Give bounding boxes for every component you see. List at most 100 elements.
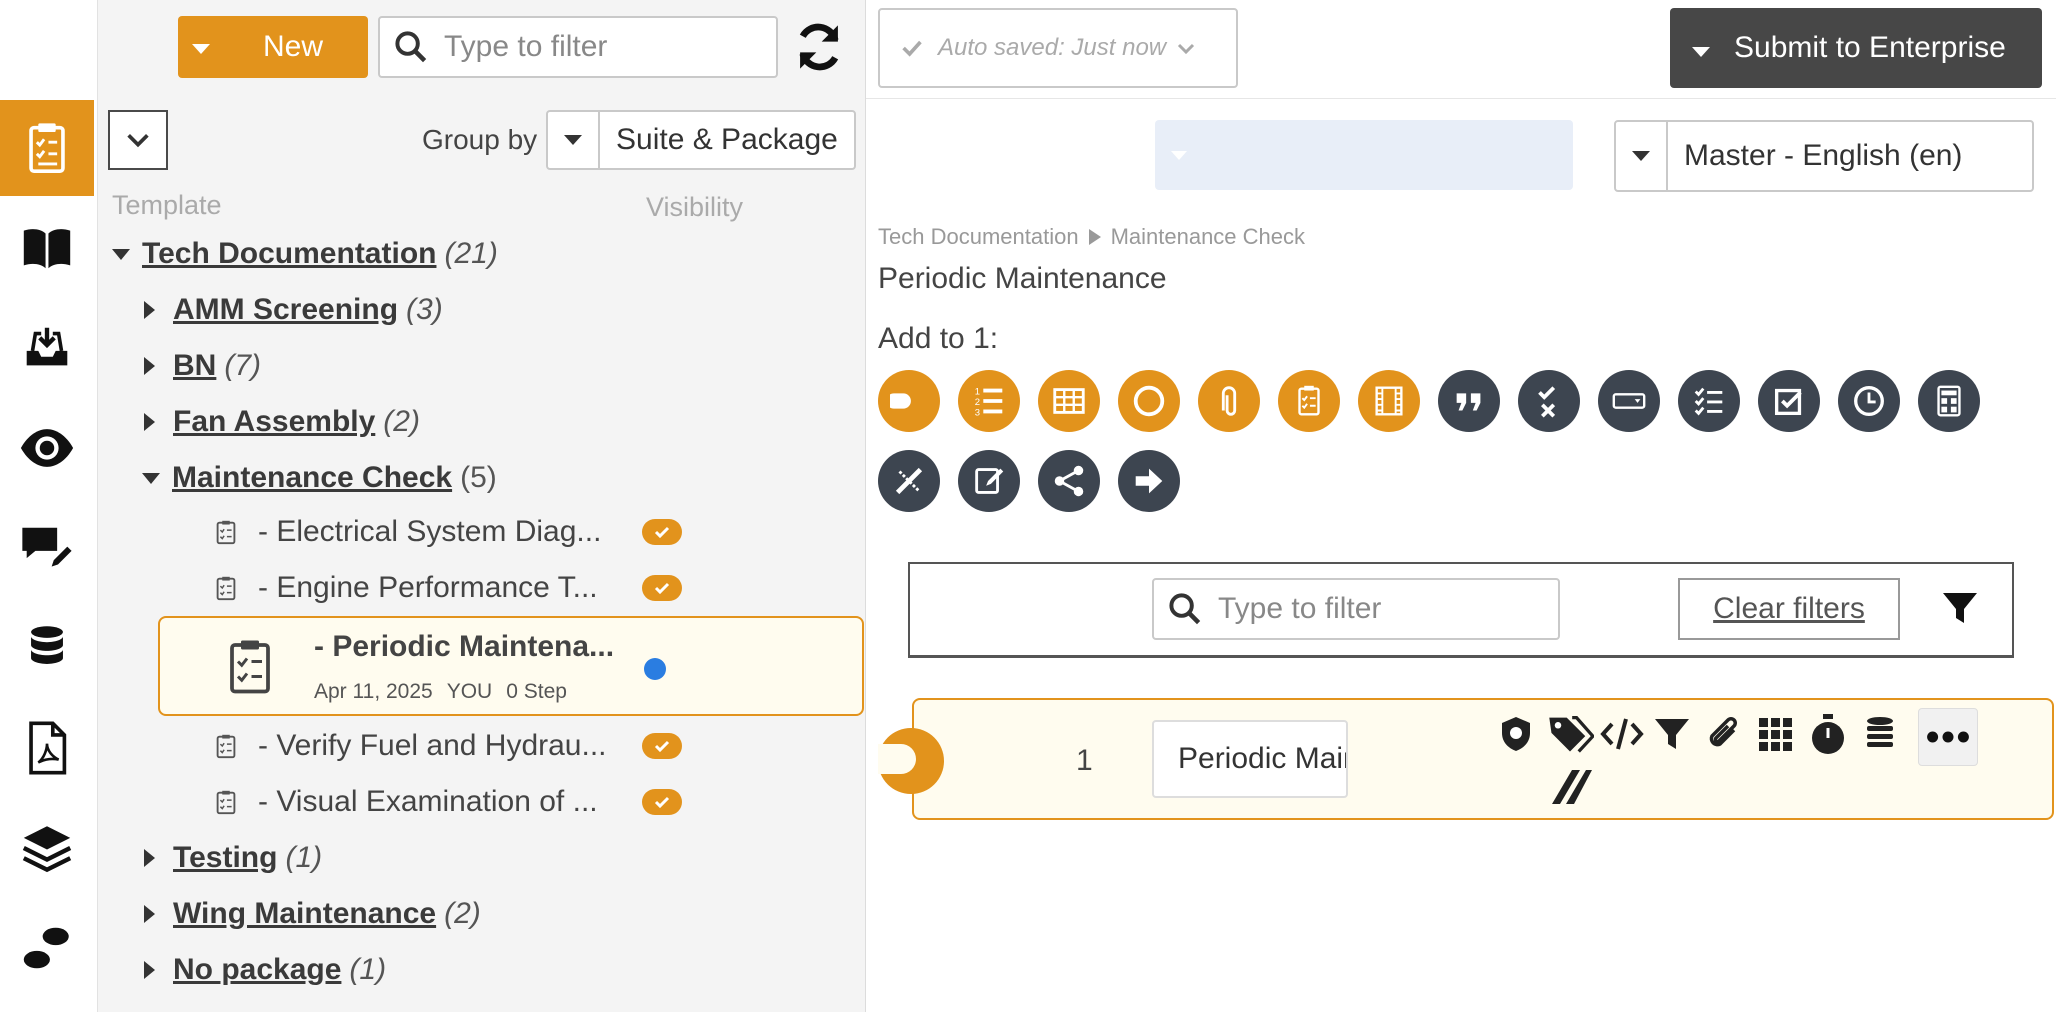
refresh-icon[interactable] <box>792 20 846 74</box>
check-icon <box>654 526 670 539</box>
package-count: (1) <box>349 953 387 986</box>
blank-select[interactable] <box>1155 120 1573 190</box>
check-icon <box>654 582 670 595</box>
rail-item-inbox[interactable] <box>0 300 94 396</box>
tree-package-item[interactable]: Testing (1) <box>144 834 322 882</box>
step-drag-handle[interactable] <box>878 728 944 794</box>
tree-filter-input[interactable] <box>444 30 776 64</box>
svg-text:2: 2 <box>975 397 980 408</box>
add-attachment-button[interactable] <box>1198 370 1260 432</box>
add-pass-fail-button[interactable] <box>1518 370 1580 432</box>
step-toggle-icon <box>890 393 911 409</box>
tree-package-item[interactable]: BN (7) <box>144 342 261 390</box>
package-name[interactable]: Testing <box>173 841 277 875</box>
caret-down-icon <box>1692 47 1710 57</box>
rail-item-reports[interactable] <box>0 700 94 796</box>
add-numbered-list-button[interactable]: 123 <box>958 370 1020 432</box>
add-goto-button[interactable] <box>1118 450 1180 512</box>
add-calculation-button[interactable] <box>1918 370 1980 432</box>
autosave-status-dropdown[interactable]: Auto saved: Just now <box>878 8 1238 88</box>
grid-icon[interactable] <box>1756 714 1796 754</box>
step-title-field[interactable] <box>1152 720 1348 798</box>
visibility-check-badge <box>642 519 682 545</box>
arrow-right-icon <box>1135 468 1163 494</box>
tree-suite-tech-documentation[interactable]: Tech Documentation (21) <box>112 230 498 278</box>
rail-item-feedback[interactable] <box>0 500 94 596</box>
tree-package-item[interactable]: Fan Assembly (2) <box>144 398 420 446</box>
package-count: (2) <box>444 897 481 930</box>
filter-icon[interactable] <box>1652 714 1692 754</box>
add-measurement-button[interactable] <box>878 450 940 512</box>
step-title-input[interactable] <box>1178 742 1346 776</box>
add-branch-button[interactable] <box>1038 450 1100 512</box>
tree-filter-field[interactable] <box>378 16 778 78</box>
package-name[interactable]: No package <box>173 953 341 987</box>
template-list-item[interactable]: - Visual Examination of ... <box>212 778 862 826</box>
add-dropdown-button[interactable] <box>1598 370 1660 432</box>
skip-icon[interactable] <box>1548 766 1594 806</box>
add-checkbox-button[interactable] <box>1758 370 1820 432</box>
rail-item-walkthrough[interactable] <box>0 900 94 996</box>
header-divider <box>866 98 2056 99</box>
add-choice-button[interactable] <box>1118 370 1180 432</box>
tree-package-item[interactable]: No package (1) <box>144 946 386 994</box>
filter-icon[interactable] <box>1940 588 1980 628</box>
template-list-item[interactable]: - Engine Performance T... <box>212 564 862 612</box>
package-count: (5) <box>460 461 497 494</box>
code-icon[interactable] <box>1600 714 1644 754</box>
step-filter-input[interactable] <box>1218 592 1558 626</box>
more-options-button[interactable] <box>1918 708 1978 766</box>
new-button[interactable]: New <box>178 16 368 78</box>
coins-icon[interactable] <box>1860 714 1900 754</box>
rail-item-library[interactable] <box>0 200 94 296</box>
suite-name[interactable]: Tech Documentation <box>142 237 436 271</box>
group-by-select[interactable]: Suite & Package <box>546 110 856 170</box>
add-step-toggle-button[interactable] <box>878 370 940 432</box>
eye-icon <box>20 429 74 467</box>
package-name[interactable]: AMM Screening <box>173 293 398 327</box>
selected-template-item[interactable]: - Periodic Maintena... Apr 11, 2025 YOU 0 … <box>158 616 864 716</box>
tree-package-maintenance-check[interactable]: Maintenance Check (5) <box>142 454 497 502</box>
breadcrumb-item[interactable]: Tech Documentation <box>878 224 1079 250</box>
language-select[interactable]: Master - English (en) <box>1614 120 2034 192</box>
numbered-list-icon: 123 <box>975 386 1003 418</box>
template-label: - Engine Performance T... <box>258 571 598 604</box>
paperclip-icon[interactable] <box>1704 714 1744 754</box>
add-time-button[interactable] <box>1838 370 1900 432</box>
tree-package-item[interactable]: AMM Screening (3) <box>144 286 443 334</box>
add-checklist-button[interactable] <box>1278 370 1340 432</box>
rail-item-data[interactable] <box>0 600 94 696</box>
chevron-down-icon <box>127 134 149 148</box>
template-list-item[interactable]: - Verify Fuel and Hydrau... <box>212 722 862 770</box>
package-name[interactable]: Fan Assembly <box>173 405 375 439</box>
add-video-button[interactable] <box>1358 370 1420 432</box>
rail-item-layers[interactable] <box>0 800 94 896</box>
tree-package-item[interactable]: Wing Maintenance (2) <box>144 890 481 938</box>
template-list-item[interactable]: - Electrical System Diag... <box>212 508 862 556</box>
package-name[interactable]: Maintenance Check <box>172 461 452 495</box>
package-name[interactable]: Wing Maintenance <box>173 897 436 931</box>
inbox-download-icon <box>26 327 68 366</box>
add-signature-button[interactable] <box>958 450 1020 512</box>
add-table-button[interactable] <box>1038 370 1100 432</box>
add-quote-button[interactable] <box>1438 370 1500 432</box>
rail-item-review[interactable] <box>0 400 94 496</box>
clear-filters-button[interactable]: Clear filters <box>1678 578 1900 640</box>
caret-down-icon <box>564 135 582 145</box>
stopwatch-icon[interactable] <box>1808 712 1848 756</box>
rail-item-templates[interactable] <box>0 100 94 196</box>
share-icon <box>1054 465 1084 497</box>
pdf-file-icon <box>29 721 67 775</box>
step-filter-field[interactable] <box>1152 578 1560 640</box>
more-icon <box>1927 731 1969 743</box>
shield-icon[interactable] <box>1496 714 1536 754</box>
add-multi-check-button[interactable] <box>1678 370 1740 432</box>
package-name[interactable]: BN <box>173 349 216 383</box>
tags-icon[interactable] <box>1546 712 1594 756</box>
collapsed-caret-icon <box>144 357 155 375</box>
collapse-all-button[interactable] <box>108 110 168 170</box>
submit-to-enterprise-button[interactable]: Submit to Enterprise <box>1670 8 2042 88</box>
expanded-caret-icon <box>142 472 160 484</box>
breadcrumb-item[interactable]: Maintenance Check <box>1111 224 1305 250</box>
visibility-check-badge <box>642 575 682 601</box>
